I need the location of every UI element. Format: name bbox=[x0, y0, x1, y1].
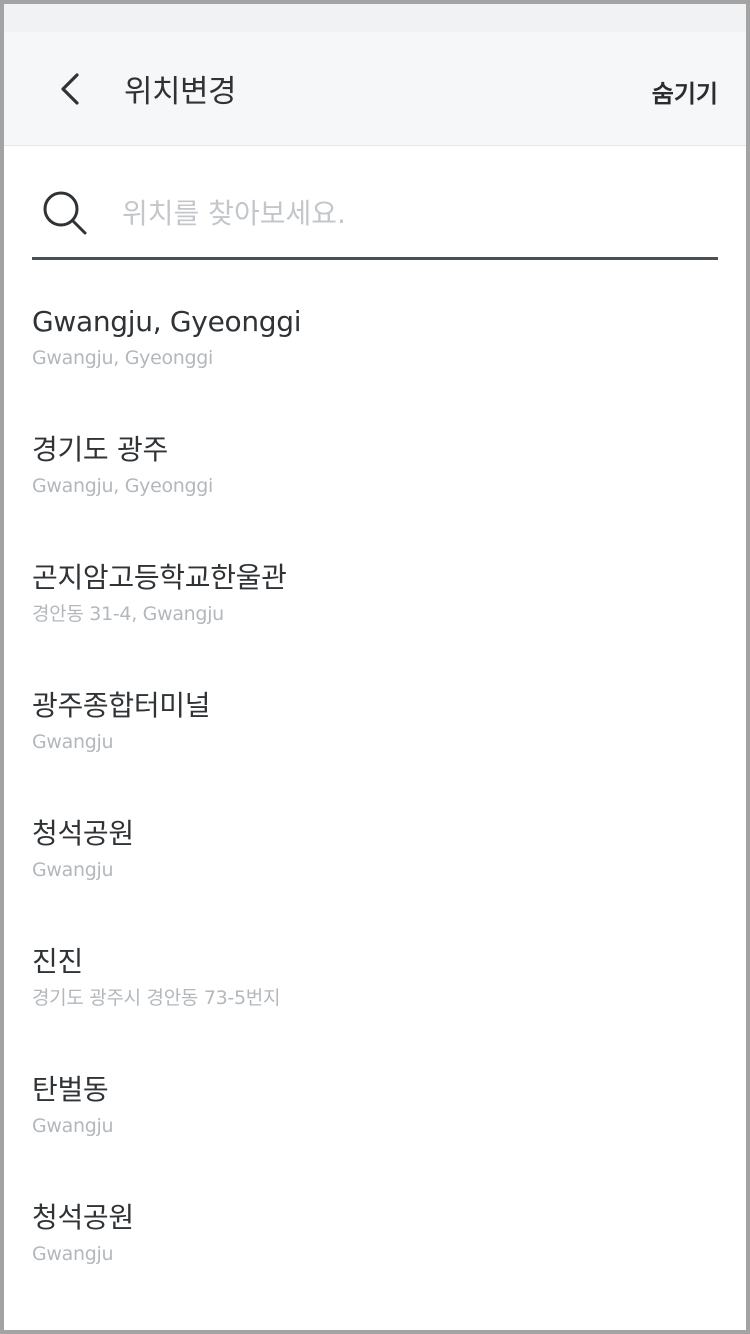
result-subtitle: 경기도 광주시 경안동 73-5번지 bbox=[32, 987, 281, 1009]
search-icon bbox=[43, 191, 87, 235]
result-title: 청석공원 bbox=[32, 817, 134, 850]
result-title: 청석공원 bbox=[32, 1201, 134, 1234]
result-title: 경기도 광주 bbox=[32, 433, 168, 466]
search-bar bbox=[32, 146, 718, 260]
result-subtitle: Gwangju bbox=[32, 1115, 114, 1137]
result-subtitle: Gwangju bbox=[32, 859, 114, 881]
result-item[interactable]: 경기도 광주 Gwangju, Gyeonggi bbox=[4, 388, 746, 516]
result-subtitle: Gwangju bbox=[32, 731, 114, 753]
back-button[interactable] bbox=[50, 64, 90, 114]
result-title: 광주종합터미널 bbox=[32, 689, 211, 722]
result-item[interactable]: Gwangju, Gyeonggi Gwangju, Gyeonggi bbox=[4, 260, 746, 388]
result-subtitle: 경안동 31-4, Gwangju bbox=[32, 603, 224, 625]
result-subtitle: Gwangju bbox=[32, 1243, 114, 1265]
page-title: 위치변경 bbox=[124, 74, 237, 110]
header-bar: 위치변경 숨기기 bbox=[4, 32, 746, 146]
result-subtitle: Gwangju, Gyeonggi bbox=[32, 347, 214, 369]
result-item[interactable]: 청석공원 Gwangju bbox=[4, 772, 746, 900]
result-item[interactable]: 진진 경기도 광주시 경안동 73-5번지 bbox=[4, 900, 746, 1028]
result-title: Gwangju, Gyeonggi bbox=[32, 305, 302, 338]
result-title: 진진 bbox=[32, 945, 83, 978]
result-item[interactable]: 청석공원 Gwangju bbox=[4, 1156, 746, 1284]
app-frame: 위치변경 숨기기 Gwangju, Gyeonggi Gwangju, Gyeo… bbox=[0, 0, 750, 1334]
chevron-left-icon bbox=[61, 73, 79, 105]
result-title: 탄벌동 bbox=[32, 1073, 109, 1106]
result-item[interactable]: 광주종합터미널 Gwangju bbox=[4, 644, 746, 772]
hide-button[interactable]: 숨기기 bbox=[652, 74, 718, 109]
result-subtitle: Gwangju, Gyeonggi bbox=[32, 475, 214, 497]
result-title: 곤지암고등학교한울관 bbox=[32, 561, 287, 594]
result-item[interactable]: 탄벌동 Gwangju bbox=[4, 1028, 746, 1156]
result-item[interactable]: 곤지암고등학교한울관 경안동 31-4, Gwangju bbox=[4, 516, 746, 644]
search-input[interactable] bbox=[122, 190, 682, 236]
result-list: Gwangju, Gyeonggi Gwangju, Gyeonggi 경기도 … bbox=[4, 260, 746, 1284]
status-bar bbox=[4, 4, 746, 32]
